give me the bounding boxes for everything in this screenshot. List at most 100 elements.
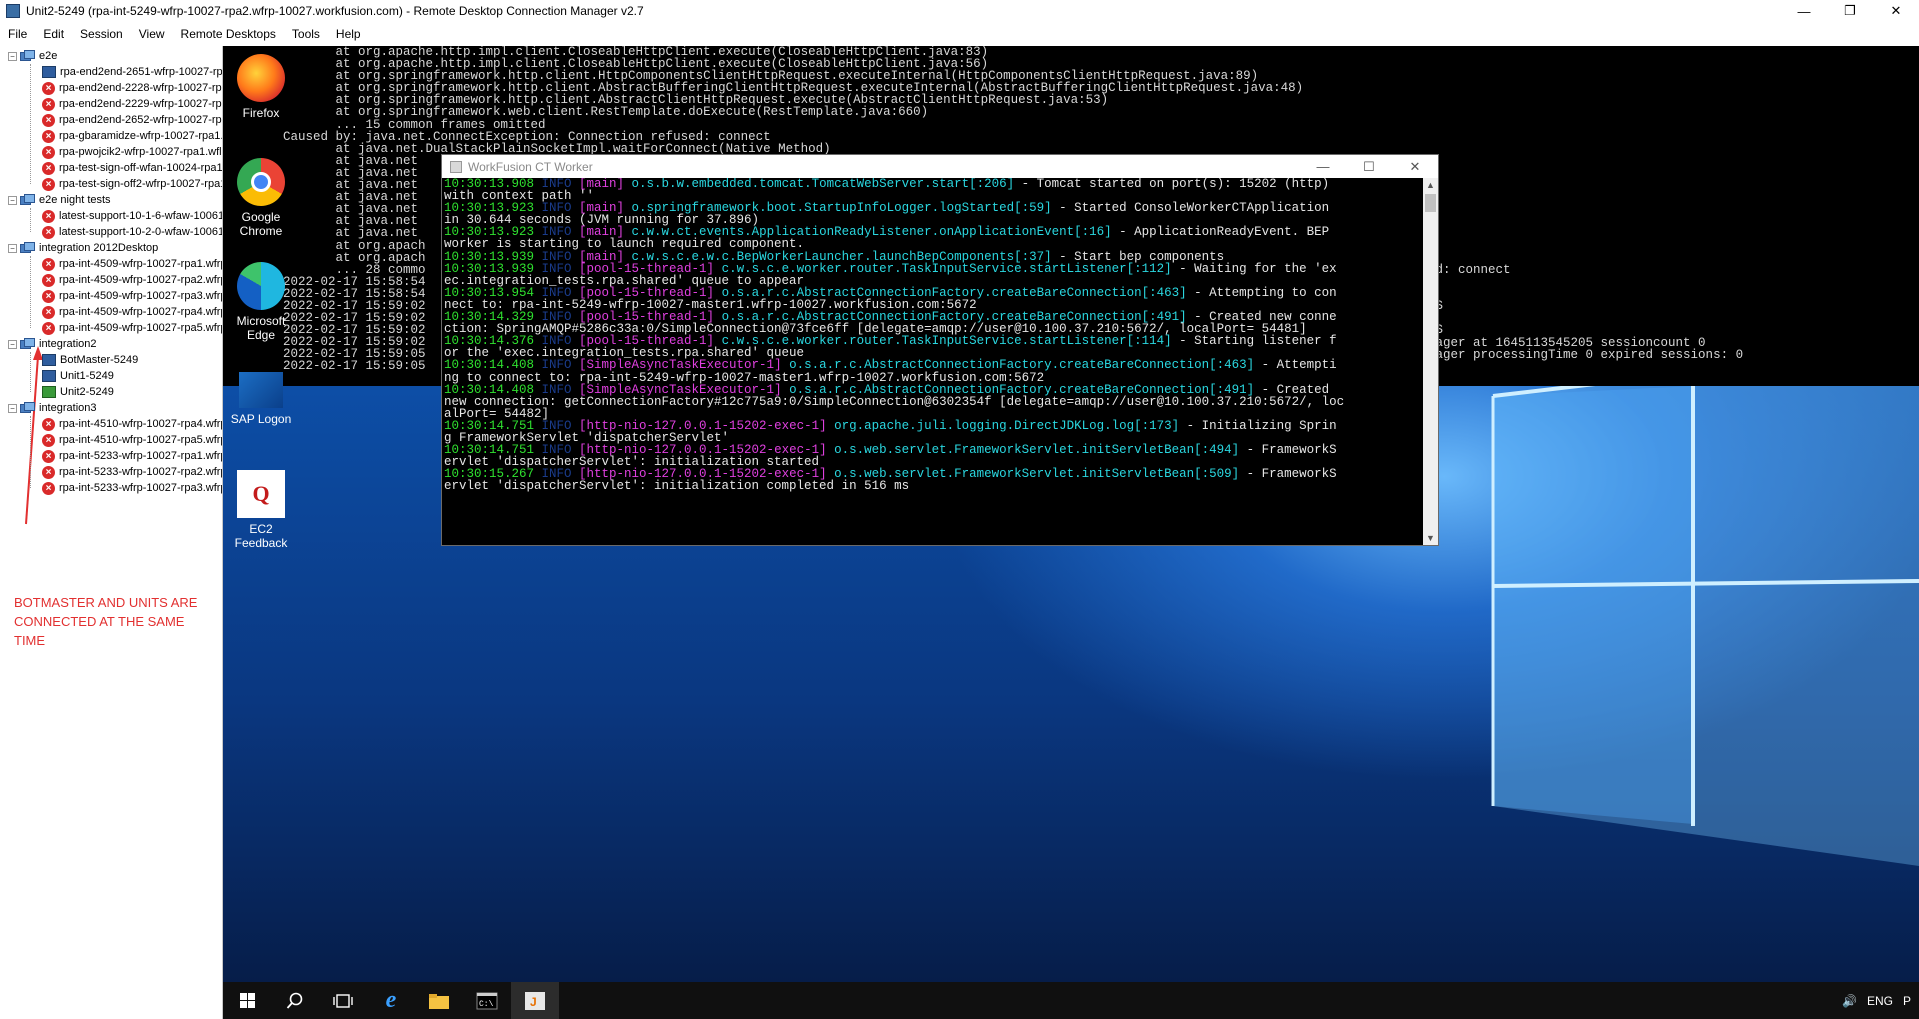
tree-server-item[interactable]: × rpa-end2end-2229-wfrp-10027-rpa [42, 96, 222, 112]
desktop-icon-label: EC2 Feedback [234, 522, 288, 550]
ct-maximize-button[interactable]: ☐ [1346, 155, 1392, 178]
ct-worker-console-output: 10:30:13.908 INFO [main] o.s.b.w.embedde… [442, 178, 1425, 545]
tree-server-item[interactable]: × latest-support-10-2-0-wfaw-10061 [42, 224, 223, 240]
ct-worker-titlebar[interactable]: WorkFusion CT Worker — ☐ ✕ [442, 155, 1438, 178]
close-button[interactable]: ✕ [1873, 0, 1919, 22]
ec2-feedback-icon: Q [237, 470, 285, 518]
tree-server-item[interactable]: × rpa-int-5233-wfrp-10027-rpa2.wfrp [42, 464, 222, 480]
tree-server-label: rpa-int-4509-wfrp-10027-rpa4.wfrp [59, 306, 223, 318]
menu-bar: File Edit Session View Remote Desktops T… [0, 22, 1919, 46]
tree-server-label: Unit1-5249 [60, 370, 114, 382]
tree-server-item[interactable]: × latest-support-10-1-6-wfaw-10061 [42, 208, 222, 224]
tree-server-item[interactable]: × rpa-int-4509-wfrp-10027-rpa3.wfrp [42, 288, 223, 304]
tree-server-item[interactable]: × rpa-int-4509-wfrp-10027-rpa4.wfrp [42, 304, 223, 320]
desktop-icon-sap[interactable]: SAP Logon [223, 366, 299, 426]
disconnected-icon: × [42, 81, 55, 95]
tree-server-item[interactable]: × rpa-test-sign-off-wfan-10024-rpa1. [42, 160, 223, 176]
disconnected-icon: × [42, 97, 55, 111]
desktop-icon-chrome[interactable]: Google Chrome [223, 158, 299, 238]
console-line: ... 15 common frames omitted [283, 117, 546, 132]
collapse-icon[interactable]: − [8, 403, 17, 413]
maximize-button[interactable]: ❐ [1827, 0, 1873, 22]
search-icon[interactable] [271, 982, 319, 1019]
tree-server-item[interactable]: × rpa-int-4509-wfrp-10027-rpa2.wfrp [42, 272, 222, 288]
tree-server-label: rpa-int-5233-wfrp-10027-rpa3.wfrp [59, 482, 223, 494]
disconnected-icon: × [42, 481, 55, 495]
java-icon[interactable]: J [511, 982, 559, 1019]
scroll-down-icon[interactable]: ▼ [1423, 531, 1438, 545]
collapse-icon[interactable]: − [8, 339, 17, 349]
desktop-icon-ec2[interactable]: Q EC2 Feedback [223, 470, 299, 550]
tree-server-item[interactable]: × rpa-end2end-2228-wfrp-10027-rpa [42, 80, 223, 96]
menu-remote-desktops[interactable]: Remote Desktops [173, 27, 284, 41]
minimize-button[interactable]: — [1781, 0, 1827, 22]
desktop-icon-edge[interactable]: Microsoft Edge [223, 262, 299, 342]
tree-group[interactable]: − integration2 [8, 336, 97, 352]
chrome-icon [237, 158, 285, 206]
menu-help[interactable]: Help [328, 27, 369, 41]
file-explorer-icon[interactable] [415, 982, 463, 1019]
tree-server-item[interactable]: × rpa-int-5233-wfrp-10027-rpa3.wfrp [42, 480, 223, 496]
ct-minimize-button[interactable]: — [1300, 155, 1346, 178]
console-segment: o.s.web.servlet.FrameworkServlet.initSer… [826, 443, 1240, 458]
disconnected-icon: × [42, 321, 55, 335]
disconnected-icon: × [42, 161, 55, 175]
tree-server-label: rpa-end2end-2652-wfrp-10027-rpa [59, 114, 223, 126]
disconnected-icon: × [42, 113, 55, 127]
desktop-icon-firefox[interactable]: Firefox [223, 54, 299, 120]
volume-icon[interactable]: 🔊 [1842, 994, 1857, 1008]
disconnected-icon: × [42, 225, 55, 239]
console-segment: ervlet 'dispatcherServlet': initializati… [444, 479, 910, 494]
tree-server-item[interactable]: × rpa-pwojcik2-wfrp-10027-rpa1.wfl [42, 144, 222, 160]
collapse-icon[interactable]: − [8, 195, 17, 205]
edge-icon [237, 262, 285, 310]
menu-view[interactable]: View [131, 27, 173, 41]
cmd-icon[interactable]: C:\ [463, 982, 511, 1019]
collapse-icon[interactable]: − [8, 51, 17, 61]
tree-server-item[interactable]: × rpa-int-4510-wfrp-10027-rpa4.wfrp [42, 416, 222, 432]
tree-server-label: rpa-int-4509-wfrp-10027-rpa3.wfrp [59, 290, 223, 302]
svg-text:J: J [530, 995, 537, 1009]
collapse-icon[interactable]: − [8, 243, 17, 253]
tree-group[interactable]: − e2e night tests [8, 192, 111, 208]
ie-icon[interactable]: e [367, 982, 415, 1019]
ct-console-line: ervlet 'dispatcherServlet': initializati… [444, 479, 1425, 494]
remote-desktop-view[interactable]: at org.apache.http.impl.client.Closeable… [223, 46, 1919, 1019]
tree-server-label: rpa-end2end-2228-wfrp-10027-rpa [59, 82, 223, 94]
tree-server-item[interactable]: × rpa-int-4510-wfrp-10027-rpa5.wfrp [42, 432, 222, 448]
tree-group[interactable]: − e2e [8, 48, 57, 64]
tree-server-label: rpa-test-sign-off-wfan-10024-rpa1. [59, 162, 223, 174]
ct-worker-window[interactable]: WorkFusion CT Worker — ☐ ✕ 10:30:13.908 … [441, 154, 1439, 546]
tree-server-item[interactable]: BotMaster-5249 [42, 352, 138, 368]
console-icon [450, 160, 462, 173]
tree-server-label: latest-support-10-2-0-wfaw-10061 [59, 226, 223, 238]
scroll-up-icon[interactable]: ▲ [1423, 178, 1438, 192]
tree-server-item[interactable]: × rpa-int-4509-wfrp-10027-rpa1.wfrp [42, 256, 222, 272]
ct-scrollbar[interactable]: ▲ ▼ [1423, 178, 1438, 545]
tree-server-item[interactable]: Unit1-5249 [42, 368, 114, 384]
task-view-icon[interactable] [319, 982, 367, 1019]
tree-server-label: rpa-gbaramidze-wfrp-10027-rpa1.w [59, 130, 223, 142]
group-icon [20, 337, 35, 351]
tree-server-item[interactable]: Unit2-5249 [42, 384, 114, 400]
tree-group-label: integration 2012Desktop [39, 242, 159, 254]
tree-server-item[interactable]: rpa-end2end-2651-wfrp-10027-rpa [42, 64, 222, 80]
tree-server-item[interactable]: × rpa-int-4509-wfrp-10027-rpa5.wfrp [42, 320, 222, 336]
tree-server-item[interactable]: × rpa-test-sign-off2-wfrp-10027-rpa1 [42, 176, 222, 192]
tree-group[interactable]: − integration3 [8, 400, 97, 416]
start-button[interactable] [223, 982, 271, 1019]
menu-tools[interactable]: Tools [284, 27, 328, 41]
tree-server-item[interactable]: × rpa-gbaramidze-wfrp-10027-rpa1.w [42, 128, 223, 144]
tree-group[interactable]: − integration 2012Desktop [8, 240, 158, 256]
language-indicator[interactable]: ENG [1867, 994, 1893, 1008]
tree-server-item[interactable]: × rpa-int-5233-wfrp-10027-rpa1.wfrp [42, 448, 222, 464]
menu-file[interactable]: File [0, 27, 35, 41]
menu-session[interactable]: Session [72, 27, 131, 41]
app-icon [6, 4, 20, 18]
input-indicator[interactable]: P [1903, 994, 1911, 1008]
scroll-thumb[interactable] [1425, 194, 1436, 212]
disconnected-icon: × [42, 417, 55, 431]
tree-server-item[interactable]: × rpa-end2end-2652-wfrp-10027-rpa [42, 112, 223, 128]
ct-close-button[interactable]: ✕ [1392, 155, 1438, 178]
menu-edit[interactable]: Edit [35, 27, 72, 41]
